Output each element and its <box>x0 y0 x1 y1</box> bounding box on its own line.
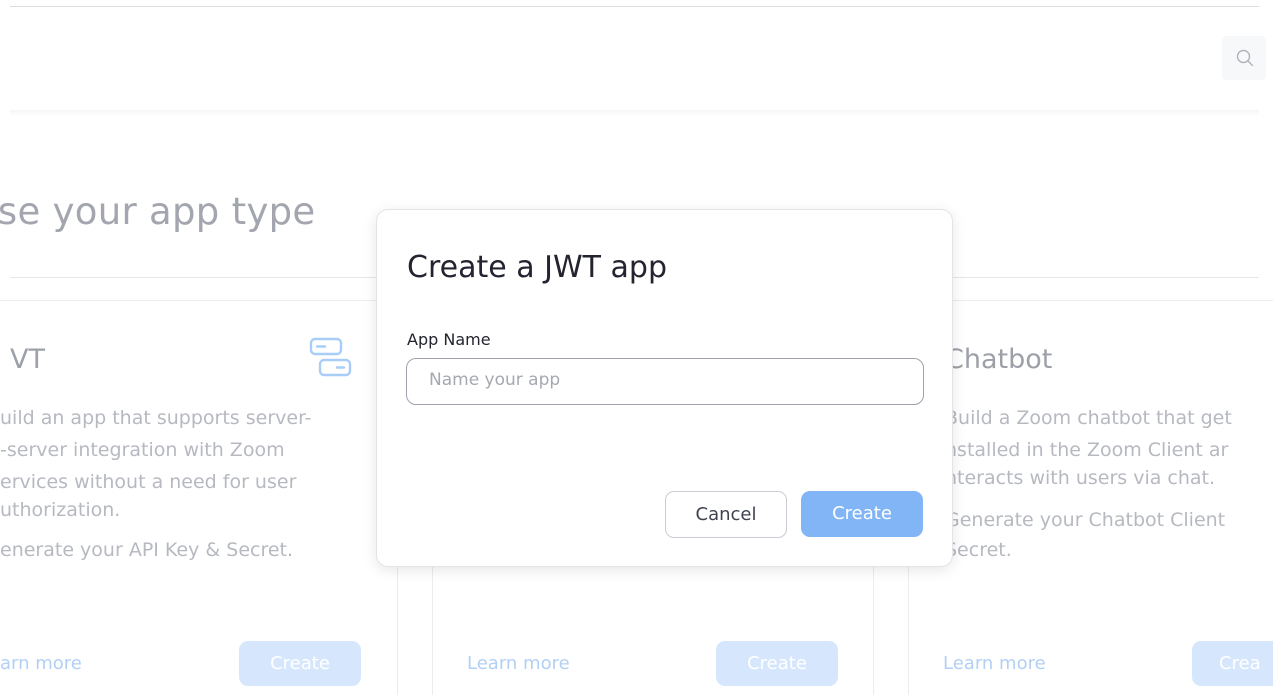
card-description-line: Secret. <box>945 539 1012 561</box>
app-name-label: App Name <box>407 330 491 349</box>
card-title: VT <box>10 344 45 375</box>
create-jwt-app-dialog: Create a JWT app App Name Name your app … <box>376 209 953 567</box>
create-button[interactable]: Create <box>716 641 838 686</box>
card-description-line: nteracts with users via chat. <box>945 467 1216 489</box>
learn-more-link[interactable]: arn more <box>0 653 82 674</box>
create-button[interactable]: Create <box>801 491 923 537</box>
server-stack-icon <box>309 337 352 377</box>
header-shadow <box>10 110 1259 116</box>
app-type-card-chatbot: Chatbot Build a Zoom chatbot that get ns… <box>908 300 1273 695</box>
learn-more-link[interactable]: Learn more <box>467 653 570 674</box>
card-description-line: Build a Zoom chatbot that get <box>945 407 1232 429</box>
card-description-line: enerate your API Key & Secret. <box>0 539 294 561</box>
create-button[interactable]: Create <box>239 641 361 686</box>
card-title: Chatbot <box>945 344 1053 375</box>
learn-more-link[interactable]: Learn more <box>943 653 1046 674</box>
search-icon <box>1236 49 1254 67</box>
card-description-line: -server integration with Zoom <box>0 439 285 461</box>
app-type-card-jwt: VT uild an app that supports server- -se… <box>0 300 398 695</box>
card-description-line: uild an app that supports server- <box>0 407 312 429</box>
app-name-placeholder: Name your app <box>429 370 561 390</box>
page-title: oose your app type <box>0 190 316 233</box>
search-button[interactable] <box>1222 36 1266 80</box>
app-name-input[interactable]: Name your app <box>406 358 924 405</box>
dialog-title: Create a JWT app <box>407 250 667 285</box>
card-description-line: Generate your Chatbot Client <box>945 509 1226 531</box>
create-button[interactable]: Crea <box>1192 641 1273 686</box>
top-divider <box>10 6 1259 7</box>
card-description-line: uthorization. <box>0 499 121 521</box>
cancel-button[interactable]: Cancel <box>665 491 787 538</box>
